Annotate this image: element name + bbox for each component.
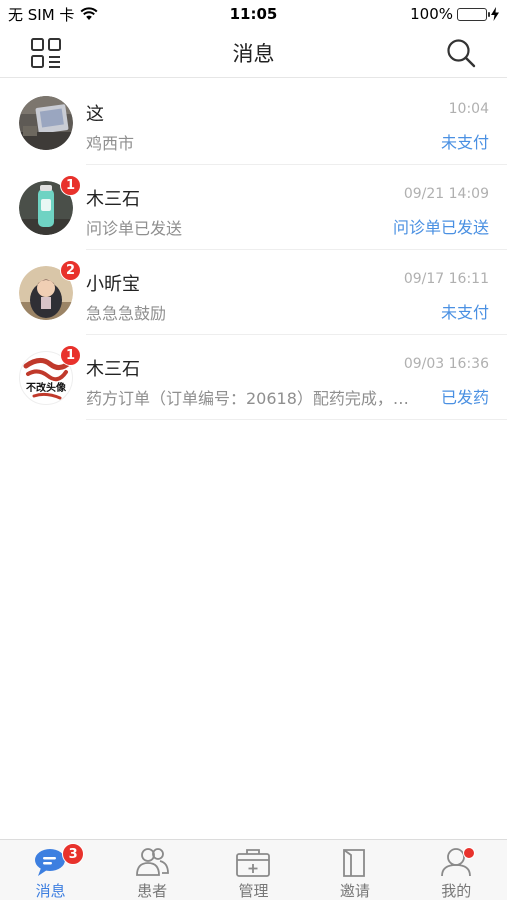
- message-time: 09/17 16:11: [403, 271, 489, 287]
- conversation-row[interactable]: 这 10:04 鸡西市 未支付: [0, 80, 507, 165]
- message-preview: 问诊单已发送: [86, 219, 183, 238]
- page-title: 消息: [232, 41, 275, 66]
- patients-icon: [136, 848, 169, 876]
- conversation-list: 这 10:04 鸡西市 未支付 1 木三石 09/21 14:09 问诊单已发送…: [0, 80, 507, 420]
- message-time: 09/03 16:36: [403, 356, 489, 372]
- charging-bolt-icon: [491, 7, 499, 21]
- avatar-wrapper: 不改头像 1: [19, 344, 81, 405]
- tab-patients[interactable]: 患者: [102, 840, 203, 900]
- row-content: 这 10:04 鸡西市 未支付: [86, 80, 489, 165]
- avatar-text: 不改头像: [26, 382, 66, 394]
- battery-icon: [457, 7, 490, 21]
- avatar-wrapper: [19, 95, 73, 150]
- unread-badge: 1: [59, 344, 81, 366]
- notification-dot: [462, 847, 475, 859]
- message-time: 10:04: [448, 101, 489, 117]
- order-status: 问诊单已发送: [392, 218, 489, 237]
- message-time: 09/21 14:09: [403, 186, 489, 202]
- nav-bar: 消息: [0, 28, 507, 78]
- tab-bar: 消息 3 患者 管理 邀请 我的: [0, 839, 507, 900]
- contact-name: 木三石: [86, 189, 140, 210]
- medical-kit-icon: [236, 849, 271, 877]
- tab-label: 消息: [35, 882, 66, 900]
- avatar-wrapper: 2: [19, 259, 81, 320]
- conversation-row[interactable]: 2 小昕宝 09/17 16:11 急急急鼓励 未支付: [0, 250, 507, 335]
- message-preview: 药方订单（订单编号：20618）配药完成，…: [86, 389, 409, 408]
- contact-name: 小昕宝: [86, 274, 140, 295]
- status-right: 100%: [410, 5, 499, 23]
- battery-percent: 100%: [410, 5, 453, 23]
- message-preview: 鸡西市: [86, 134, 135, 153]
- qr-scan-icon: [31, 38, 61, 68]
- conversation-row[interactable]: 1 木三石 09/21 14:09 问诊单已发送 问诊单已发送: [0, 165, 507, 250]
- conversation-row[interactable]: 不改头像 1 木三石 09/03 16:36 药方订单（订单编号：20618）配…: [0, 335, 507, 420]
- row-content: 小昕宝 09/17 16:11 急急急鼓励 未支付: [86, 250, 489, 335]
- unread-badge: 2: [59, 259, 81, 281]
- qr-scan-button[interactable]: [30, 37, 62, 69]
- order-status: 已发药: [440, 388, 489, 407]
- tab-label: 患者: [137, 882, 168, 900]
- tab-messages[interactable]: 消息 3: [0, 840, 101, 900]
- tab-profile[interactable]: 我的: [406, 840, 507, 900]
- tab-badge: 3: [62, 843, 85, 865]
- book-icon: [342, 849, 365, 877]
- contact-name: 木三石: [86, 359, 140, 380]
- order-status: 未支付: [440, 133, 489, 152]
- tab-label: 管理: [238, 882, 269, 900]
- tab-management[interactable]: 管理: [203, 840, 304, 900]
- message-preview: 急急急鼓励: [86, 304, 167, 323]
- contact-name: 这: [86, 104, 104, 125]
- carrier-label: 无 SIM 卡: [8, 5, 75, 24]
- order-status: 未支付: [440, 303, 489, 322]
- avatar: [19, 95, 73, 150]
- status-bar: 无 SIM 卡 11:05 100%: [0, 0, 507, 28]
- search-button[interactable]: [445, 37, 477, 69]
- unread-badge: 1: [59, 174, 81, 196]
- tab-label: 我的: [441, 882, 472, 900]
- tab-label: 邀请: [339, 882, 370, 900]
- search-icon: [447, 39, 476, 68]
- avatar-wrapper: 1: [19, 174, 81, 235]
- wifi-icon: [80, 7, 98, 20]
- status-left: 无 SIM 卡: [8, 4, 98, 25]
- tab-invite[interactable]: 邀请: [304, 840, 405, 900]
- row-content: 木三石 09/21 14:09 问诊单已发送 问诊单已发送: [86, 165, 489, 250]
- row-content: 木三石 09/03 16:36 药方订单（订单编号：20618）配药完成，… 已…: [86, 335, 489, 420]
